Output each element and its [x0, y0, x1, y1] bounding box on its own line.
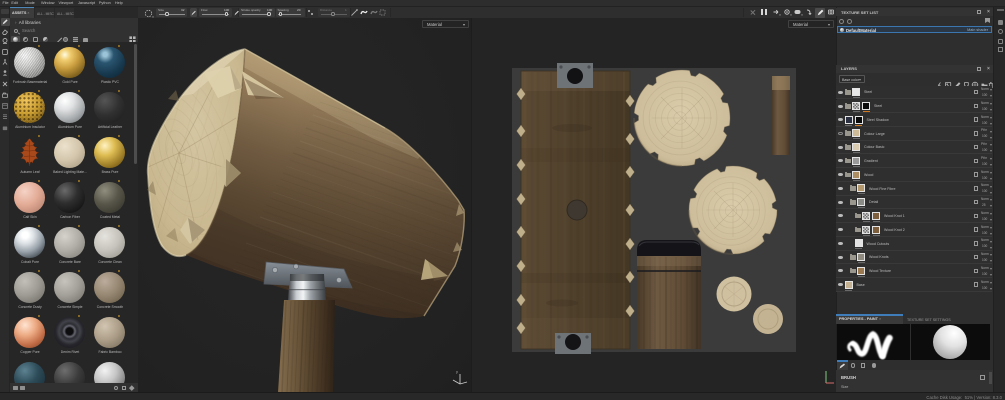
svg-text:y: y	[456, 369, 458, 374]
